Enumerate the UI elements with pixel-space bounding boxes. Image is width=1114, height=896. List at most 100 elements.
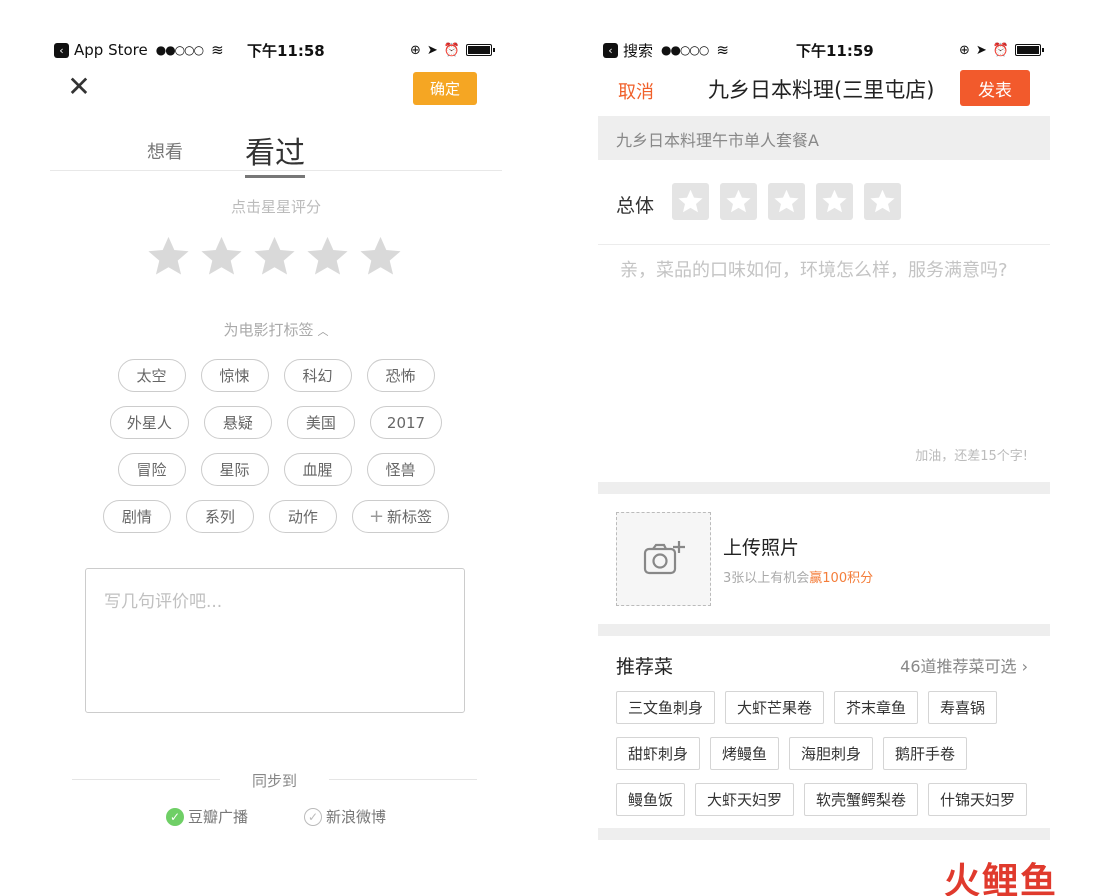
status-bar: ‹ 搜索 ●●○○○ ≋ 下午11:59 ⊕ ➤ ⏰ (603, 36, 1047, 64)
camera-plus-icon (643, 541, 685, 575)
star-icon[interactable] (252, 234, 297, 279)
status-time: 下午11:59 (796, 41, 874, 60)
tag-row: 剧情 系列 动作 + 新标签 (50, 500, 502, 533)
char-counter: 加油，还差15个字! (915, 449, 1028, 464)
star-icon[interactable] (816, 183, 853, 220)
dish-chip[interactable]: 三文鱼刺身 (616, 691, 716, 724)
rotation-lock-icon: ⊕ (410, 42, 421, 58)
tag-chip[interactable]: 血腥 (283, 453, 352, 486)
upload-photo-button[interactable] (616, 512, 711, 606)
watermark-logo: 火鲤鱼 (944, 861, 1059, 896)
star-rating (146, 234, 403, 279)
dish-chip[interactable]: 什锦天妇罗 (928, 783, 1028, 816)
star-icon[interactable] (864, 183, 901, 220)
tag-chip[interactable]: 怪兽 (366, 453, 435, 486)
star-icon[interactable] (305, 234, 350, 279)
tag-chip[interactable]: 外星人 (109, 406, 189, 439)
status-time: 下午11:58 (247, 41, 325, 60)
sync-weibo-toggle[interactable]: ✓ 新浪微博 (304, 806, 386, 827)
tab-want-to-watch[interactable]: 想看 (147, 138, 183, 164)
tag-row: 冒险 星际 血腥 怪兽 (50, 453, 502, 486)
tag-chip[interactable]: 科幻 (283, 359, 352, 392)
signal-icon: ●●○○○ (661, 43, 709, 57)
dish-chip[interactable]: 大虾芒果卷 (725, 691, 825, 724)
back-app-label[interactable]: App Store (74, 41, 148, 59)
back-to-app-icon[interactable]: ‹ (603, 42, 618, 58)
dish-chip[interactable]: 芥末章鱼 (834, 691, 919, 724)
tag-chip[interactable]: 剧情 (102, 500, 171, 533)
sync-divider: 同步到 (72, 770, 477, 790)
sync-douban-toggle[interactable]: ✓ 豆瓣广播 (165, 806, 248, 827)
signal-icon: ●●○○○ (155, 43, 204, 57)
alarm-icon: ⏰ (992, 42, 1009, 58)
sync-label: 同步到 (251, 772, 297, 790)
check-icon: ✓ (165, 807, 184, 826)
star-icon[interactable] (720, 183, 757, 220)
upload-tip-text: 3张以上有机会 (723, 571, 810, 586)
recommended-more-label: 46道推荐菜可选 (900, 657, 1017, 676)
wifi-icon: ≋ (211, 41, 224, 59)
sync-weibo-label: 新浪微博 (326, 808, 387, 826)
comment-input[interactable]: 亲，菜品的口味如何，环境怎么样，服务满意吗? (620, 256, 1030, 286)
status-bar: ‹ App Store ●●○○○ ≋ 下午11:58 ⊕ ➤ ⏰ (54, 36, 498, 64)
section-divider (598, 482, 1050, 494)
star-icon[interactable] (768, 183, 805, 220)
recommended-title: 推荐菜 (616, 656, 674, 678)
dish-chip[interactable]: 烤鳗鱼 (710, 737, 780, 770)
upload-tip: 3张以上有机会赢100积分 (723, 567, 873, 586)
sync-options: ✓ 豆瓣广播 ✓ 新浪微博 (50, 806, 502, 827)
tag-chip[interactable]: 2017 (369, 406, 443, 439)
tag-chip[interactable]: 星际 (200, 453, 269, 486)
publish-button[interactable]: 发表 (960, 70, 1030, 106)
dish-chip[interactable]: 大虾天妇罗 (695, 783, 795, 816)
review-input[interactable]: 写几句评价吧... (85, 568, 465, 713)
dish-chip[interactable]: 甜虾刺身 (616, 737, 701, 770)
cancel-button[interactable]: 取消 (618, 78, 654, 104)
back-app-label[interactable]: 搜索 (623, 40, 653, 61)
new-tag-button[interactable]: + 新标签 (351, 500, 450, 533)
tag-chip[interactable]: 冒险 (117, 453, 186, 486)
overall-rating: 总体 (598, 160, 1050, 245)
location-icon: ➤ (426, 42, 438, 58)
dish-chip[interactable]: 寿喜锅 (928, 691, 998, 724)
star-icon[interactable] (672, 183, 709, 220)
confirm-button[interactable]: 确定 (413, 72, 477, 105)
tag-section-title[interactable]: 为电影打标签 ︿ (50, 319, 502, 340)
plus-icon: + (368, 506, 385, 527)
tag-chip[interactable]: 系列 (185, 500, 254, 533)
dish-chip[interactable]: 海胆刺身 (789, 737, 874, 770)
section-divider (598, 624, 1050, 636)
tag-chip[interactable]: 惊悚 (200, 359, 269, 392)
dish-row: 甜虾刺身 烤鳗鱼 海胆刺身 鹅肝手卷 (616, 737, 968, 770)
dish-chip[interactable]: 软壳蟹鳄梨卷 (804, 783, 919, 816)
upload-title: 上传照片 (723, 537, 800, 559)
back-to-app-icon[interactable]: ‹ (54, 42, 69, 58)
tab-watched[interactable]: 看过 (245, 128, 305, 178)
tag-chip[interactable]: 太空 (117, 359, 186, 392)
alarm-icon: ⏰ (443, 42, 460, 58)
dish-chip[interactable]: 鳗鱼饭 (616, 783, 686, 816)
star-icon[interactable] (199, 234, 244, 279)
star-icon[interactable] (358, 234, 403, 279)
section-divider (598, 828, 1050, 840)
star-icon[interactable] (146, 234, 191, 279)
battery-icon (1015, 44, 1044, 56)
close-icon[interactable]: ✕ (67, 73, 91, 101)
sync-douban-label: 豆瓣广播 (187, 808, 248, 826)
tag-chip[interactable]: 悬疑 (203, 406, 272, 439)
movie-review-screen: ‹ App Store ●●○○○ ≋ 下午11:58 ⊕ ➤ ⏰ ✕ 确定 想… (50, 30, 502, 870)
new-tag-label: 新标签 (387, 508, 433, 526)
restaurant-review-screen: ‹ 搜索 ●●○○○ ≋ 下午11:59 ⊕ ➤ ⏰ 取消 九乡日本料理(三里屯… (598, 36, 1050, 896)
overall-label: 总体 (616, 195, 655, 217)
recommended-more-link[interactable]: 46道推荐菜可选 › (900, 653, 1028, 677)
location-icon: ➤ (975, 42, 987, 58)
chevron-right-icon: › (1016, 657, 1028, 676)
tag-chip[interactable]: 动作 (268, 500, 337, 533)
check-icon: ✓ (304, 807, 322, 826)
dish-chip[interactable]: 鹅肝手卷 (883, 737, 968, 770)
dish-row: 鳗鱼饭 大虾天妇罗 软壳蟹鳄梨卷 什锦天妇罗 (616, 783, 1028, 816)
page-title: 九乡日本料理(三里屯店) (708, 78, 935, 102)
rating-hint: 点击星星评分 (230, 198, 321, 216)
tag-chip[interactable]: 美国 (286, 406, 355, 439)
tag-chip[interactable]: 恐怖 (366, 359, 435, 392)
